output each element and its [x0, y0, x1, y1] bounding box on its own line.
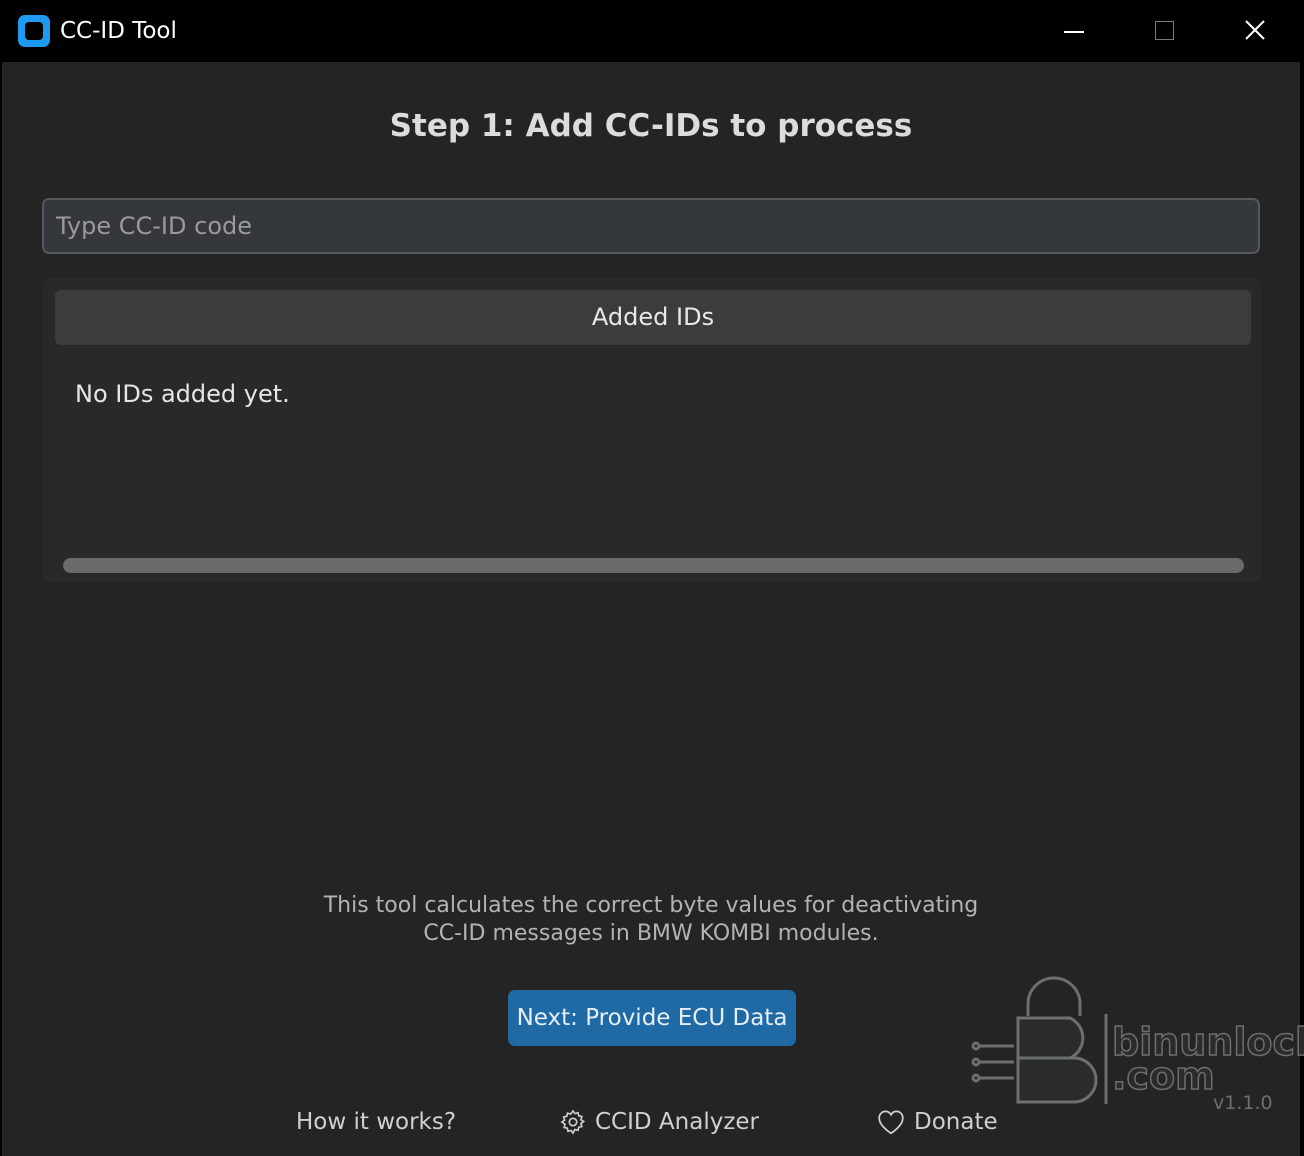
cc-id-input[interactable] [42, 198, 1260, 254]
logo-lock-icon [971, 976, 1108, 1104]
version-label: v1.1.0 [1213, 1092, 1273, 1114]
close-button[interactable] [1210, 0, 1300, 62]
description-line-2: CC-ID messages in BMW KOMBI modules. [423, 921, 879, 946]
description-line-1: This tool calculates the correct byte va… [323, 893, 979, 918]
page-title: Step 1: Add CC-IDs to process [389, 108, 913, 144]
added-ids-header: Added IDs [55, 290, 1251, 345]
donate-label: Donate [914, 1109, 998, 1135]
window-title: CC-ID Tool [60, 18, 177, 44]
donate-link[interactable]: Donate [876, 1105, 998, 1139]
close-icon [1245, 20, 1265, 40]
minimize-button[interactable] [1029, 0, 1119, 62]
ccid-analyzer-label: CCID Analyzer [595, 1109, 760, 1135]
next-button[interactable]: Next: Provide ECU Data [508, 990, 796, 1046]
logo-text-com: .com [1111, 1054, 1215, 1098]
added-ids-panel: Added IDs No IDs added yet. [43, 278, 1261, 582]
horizontal-scrollbar[interactable] [63, 558, 1244, 573]
how-it-works-label: How it works? [296, 1109, 457, 1135]
title-bar: CC-ID Tool [2, 0, 1300, 62]
tool-description: This tool calculates the correct byte va… [2, 892, 1300, 948]
maximize-button[interactable] [1119, 0, 1209, 62]
app-icon [18, 15, 50, 47]
app-window: CC-ID Tool Step 1: Add CC-IDs to process… [2, 0, 1304, 1156]
gear-icon [559, 1108, 587, 1136]
heart-icon [876, 1109, 906, 1135]
how-it-works-link[interactable]: How it works? [296, 1105, 456, 1139]
binunlock-logo: binunlock .com [968, 976, 1304, 1106]
empty-list-message: No IDs added yet. [75, 380, 290, 408]
ccid-analyzer-link[interactable]: CCID Analyzer [559, 1105, 759, 1139]
